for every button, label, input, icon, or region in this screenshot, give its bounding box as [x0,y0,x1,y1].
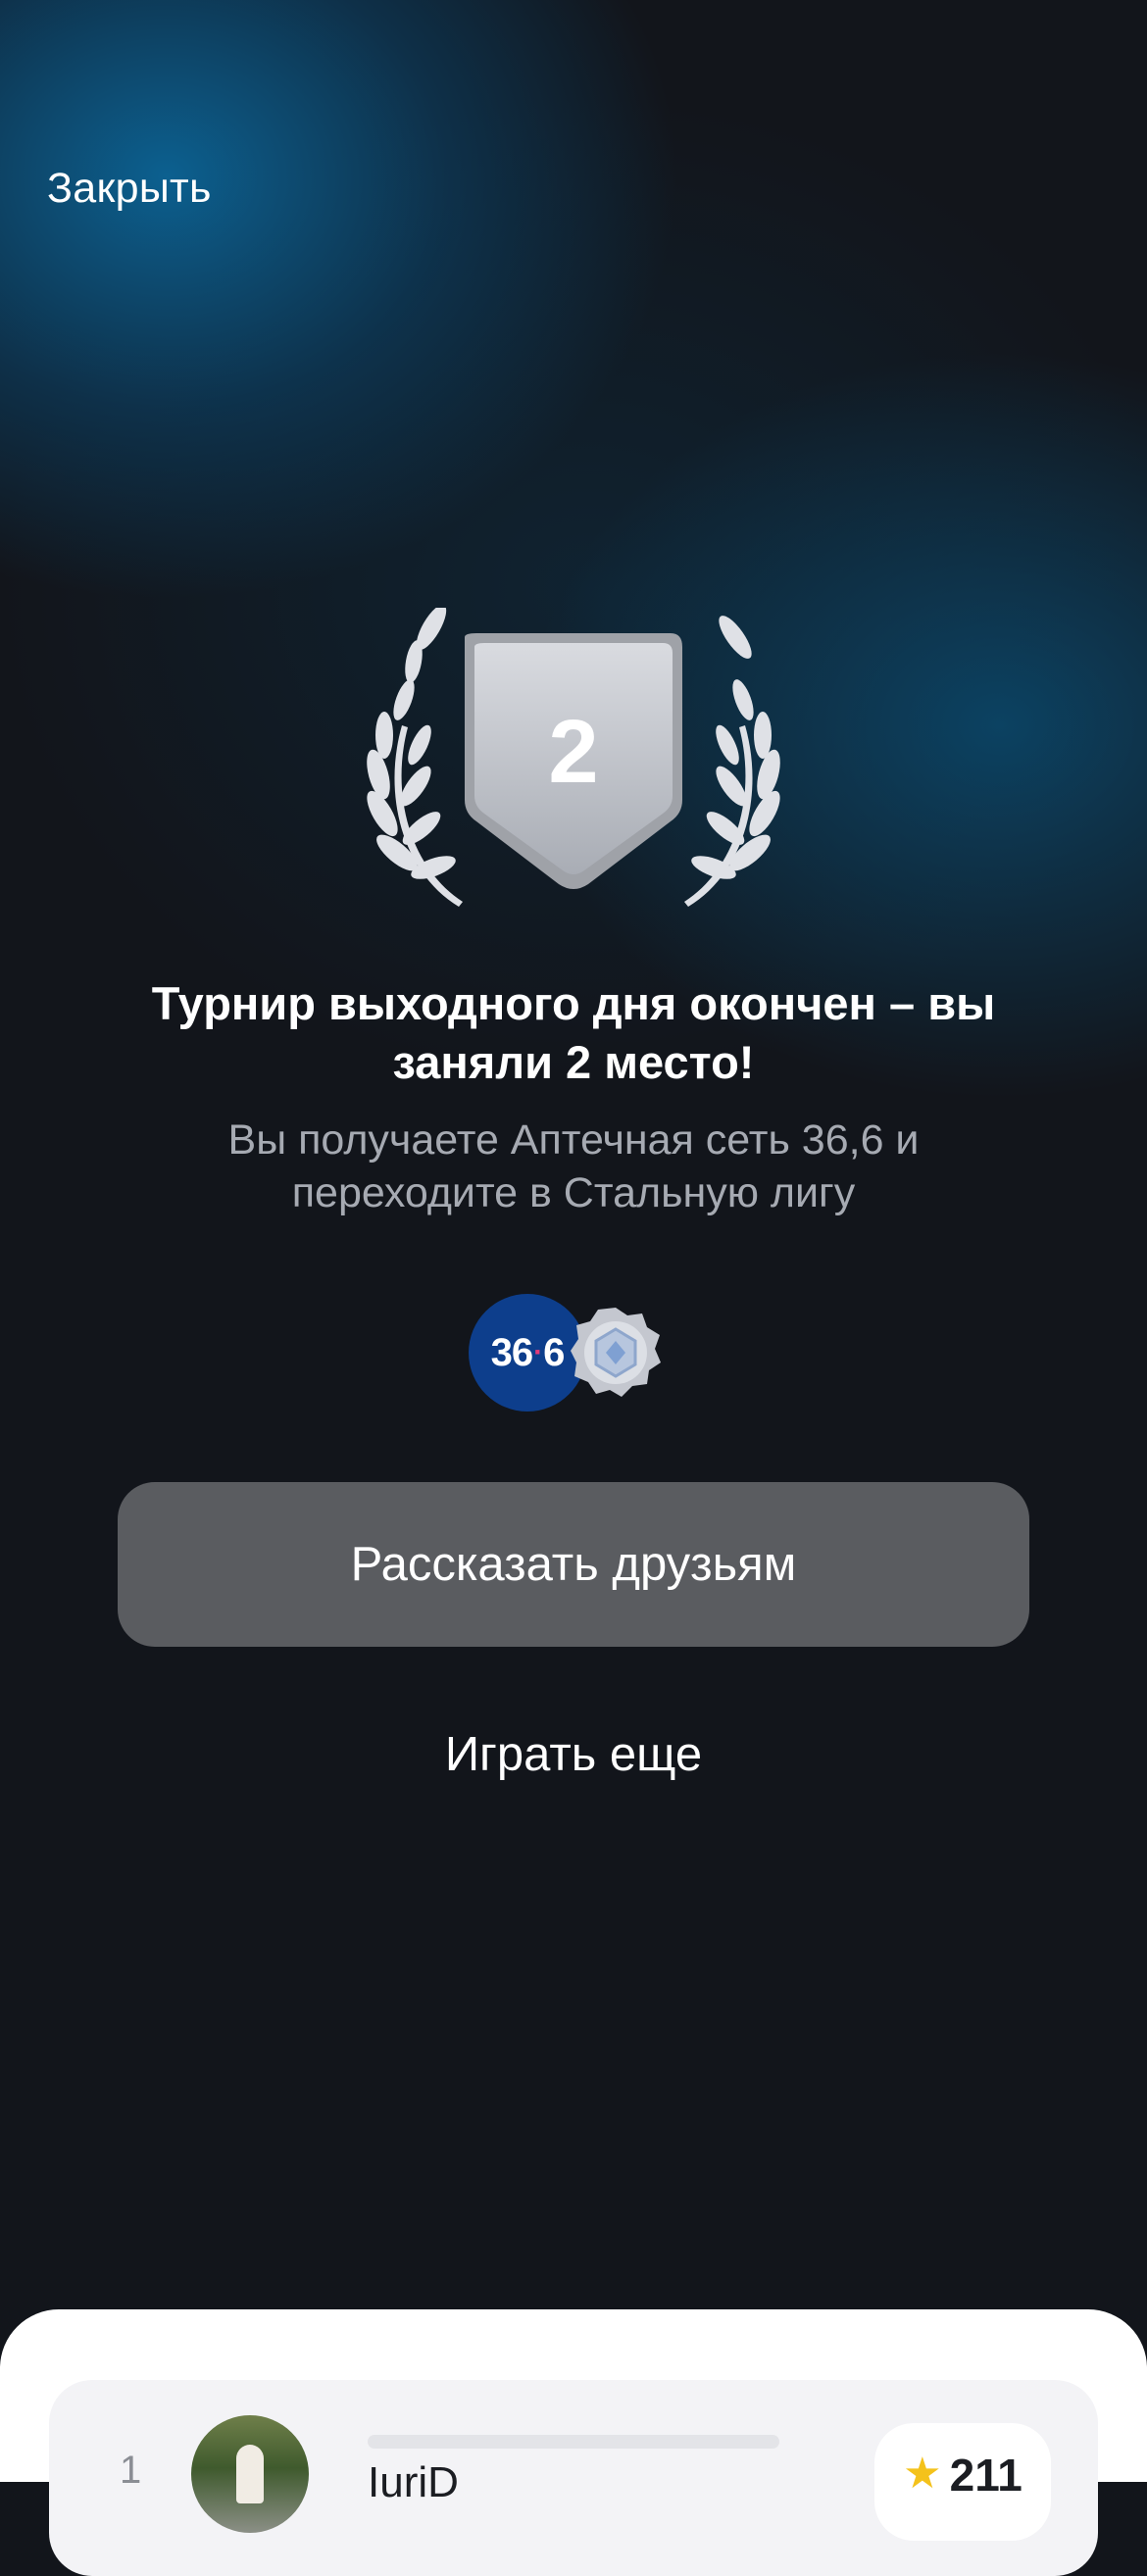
leaderboard-player-name: IuriD [368,2458,459,2506]
laurel-shield-icon: 2 [367,605,780,907]
leaderboard-row[interactable]: 1 IuriD ★ 211 [49,2380,1098,2576]
rewards-row: 36 · 6 [469,1292,674,1415]
trophy-badge: 2 [343,605,804,921]
play-again-button[interactable]: Играть еще [0,1727,1147,1782]
result-title: Турнир выходного дня окончен – вы заняли… [151,977,996,1088]
progress-bar [368,2435,779,2449]
result-subtitle: Вы получаете Аптечная сеть 36,6 и перехо… [227,1116,920,1216]
leaderboard-score-badge: ★ 211 [874,2423,1051,2541]
avatar [191,2415,309,2533]
close-button[interactable]: Закрыть [47,165,212,213]
star-icon: ★ [903,2450,942,2498]
pharmacy-logo-tail: 6 [543,1330,565,1374]
pharmacy-logo-dot: · [533,1336,543,1368]
steel-league-badge-icon [569,1306,663,1400]
leaderboard-score: 211 [949,2450,1022,2501]
share-with-friends-button[interactable]: Рассказать друзьям [118,1482,1029,1647]
leaderboard-rank: 1 [120,2449,142,2492]
place-number: 2 [548,702,598,802]
leaderboard-sheet[interactable]: 1 IuriD ★ 211 [0,2309,1147,2576]
background-gradient [0,0,1147,2482]
pharmacy-logo-main: 36 [490,1330,533,1374]
